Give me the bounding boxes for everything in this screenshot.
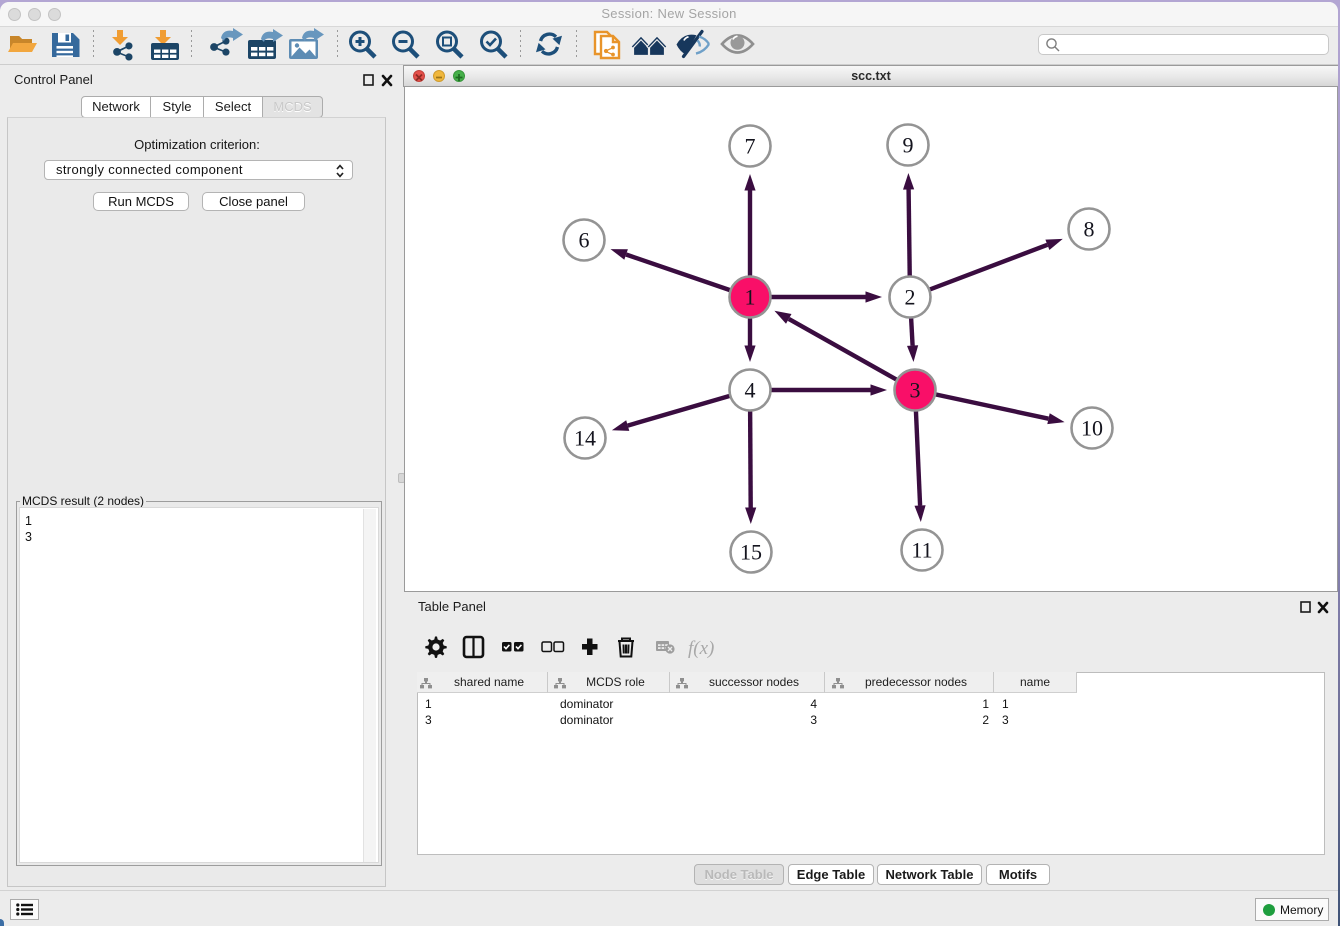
svg-text:8: 8 xyxy=(1084,217,1095,242)
svg-text:6: 6 xyxy=(579,228,590,253)
svg-text:f(x): f(x) xyxy=(688,638,714,659)
svg-text:1: 1 xyxy=(745,285,756,310)
svg-text:7: 7 xyxy=(745,134,756,159)
svg-text:11: 11 xyxy=(911,538,932,563)
svg-text:4: 4 xyxy=(745,378,756,403)
svg-text:2: 2 xyxy=(905,285,916,310)
svg-text:14: 14 xyxy=(574,426,596,451)
svg-text:9: 9 xyxy=(903,133,914,158)
svg-text:10: 10 xyxy=(1081,416,1103,441)
svg-text:3: 3 xyxy=(910,378,921,403)
svg-text:15: 15 xyxy=(740,540,762,565)
